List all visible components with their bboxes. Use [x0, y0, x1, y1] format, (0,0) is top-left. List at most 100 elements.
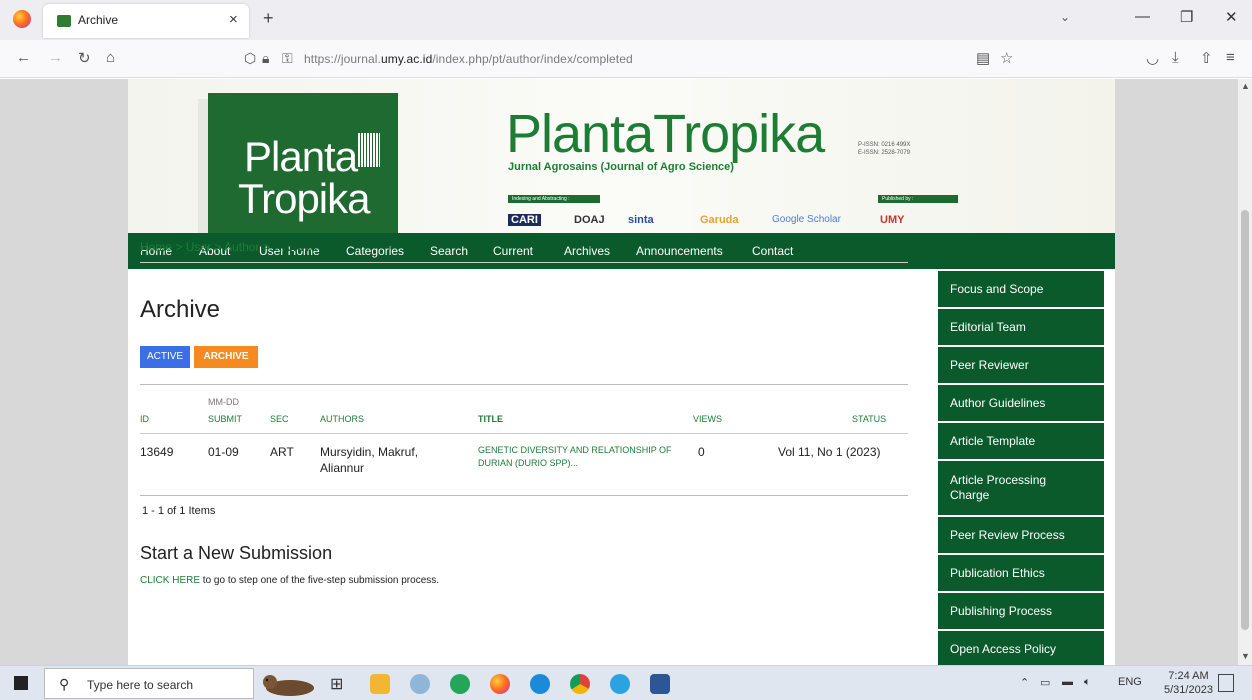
- header-views[interactable]: VIEWS: [693, 413, 722, 425]
- battery-icon[interactable]: ▬: [1062, 676, 1073, 688]
- url-text[interactable]: https://journal.umy.ac.id/index.php/pt/a…: [304, 52, 633, 66]
- menu-icon[interactable]: ≡: [1226, 49, 1235, 66]
- bookmark-star-icon[interactable]: ☆: [1000, 49, 1013, 67]
- divider: [140, 262, 908, 263]
- edge-icon[interactable]: [530, 674, 550, 694]
- sidebar-item-article-template[interactable]: Article Template: [938, 423, 1104, 459]
- forward-icon[interactable]: →: [48, 49, 63, 66]
- new-tab-button[interactable]: +: [263, 8, 274, 29]
- header-submit[interactable]: SUBMIT: [208, 413, 242, 425]
- show-hidden-icons-icon[interactable]: ⌃: [1020, 676, 1029, 689]
- row-authors: Mursyidin, Makruf, Aliannur: [320, 445, 419, 475]
- share-icon[interactable]: ⇧: [1200, 49, 1213, 67]
- sidebar-item-article-processing-charge[interactable]: Article Processing Charge: [938, 461, 1104, 515]
- doaj-logo: DOAJ: [574, 214, 605, 226]
- chrome-icon[interactable]: [570, 674, 590, 694]
- nav-archives[interactable]: Archives: [564, 244, 610, 258]
- firefox-taskbar-icon[interactable]: [490, 674, 510, 694]
- home-icon[interactable]: ⌂: [106, 49, 115, 66]
- header-authors[interactable]: AUTHORS: [320, 413, 364, 425]
- sinta-logo: sinta: [628, 214, 654, 226]
- header-title[interactable]: TITLE: [478, 413, 503, 425]
- indexing-label: Indexing and Abstracting :: [508, 195, 600, 203]
- header-sec[interactable]: SEC: [270, 413, 289, 425]
- sidebar-item-publication-ethics[interactable]: Publication Ethics: [938, 555, 1104, 591]
- close-window-icon[interactable]: ✕: [1225, 8, 1238, 26]
- umy-logo: UMY: [880, 214, 905, 226]
- sidebar-item-publishing-process[interactable]: Publishing Process: [938, 593, 1104, 629]
- grammarly-icon[interactable]: [450, 674, 470, 694]
- language-indicator[interactable]: ENG: [1118, 676, 1142, 688]
- scroll-thumb[interactable]: [1241, 210, 1249, 630]
- items-count: 1 - 1 of 1 Items: [142, 505, 216, 517]
- new-submission-title: Start a New Submission: [140, 543, 333, 563]
- breadcrumb: Home > User > Author > Archive: [140, 240, 318, 254]
- paint-icon[interactable]: [410, 674, 430, 694]
- breadcrumb-home[interactable]: Home: [140, 240, 172, 254]
- reload-icon[interactable]: ↻: [78, 49, 91, 67]
- permissions-icon[interactable]: ⚿: [282, 50, 293, 67]
- tab-close-icon[interactable]: ×: [229, 11, 238, 28]
- archive-tab-button[interactable]: ARCHIVE: [194, 346, 258, 368]
- notification-icon[interactable]: [1218, 674, 1234, 692]
- divider: [140, 433, 908, 434]
- lock-icon[interactable]: 🔒︎: [262, 50, 269, 67]
- cari-logo: CARI: [508, 214, 541, 226]
- taskbar-search-box[interactable]: ⚲ Type here to search: [44, 668, 254, 699]
- sidebar-item-author-guidelines[interactable]: Author Guidelines: [938, 385, 1104, 421]
- back-icon[interactable]: ←: [16, 49, 31, 66]
- nav-search[interactable]: Search: [430, 244, 468, 258]
- browser-tab-bar: Archive × + ⌄ — ❐ ✕: [0, 0, 1252, 40]
- sidebar-item-focus-scope[interactable]: Focus and Scope: [938, 271, 1104, 307]
- published-by-label: Published by :: [878, 195, 958, 203]
- sidebar-item-peer-review-process[interactable]: Peer Review Process: [938, 517, 1104, 553]
- breadcrumb-current[interactable]: Archive: [273, 240, 317, 254]
- browser-tab-archive[interactable]: Archive ×: [43, 4, 249, 38]
- sidebar-item-editorial-team[interactable]: Editorial Team: [938, 309, 1104, 345]
- windows-start-icon[interactable]: [14, 676, 28, 690]
- umy-favicon-icon: [57, 15, 71, 27]
- file-explorer-icon[interactable]: [370, 674, 390, 694]
- pocket-icon[interactable]: ◡: [1146, 49, 1159, 67]
- sidebar-item-peer-reviewer[interactable]: Peer Reviewer: [938, 347, 1104, 383]
- row-views: 0: [698, 445, 705, 459]
- shield-icon[interactable]: ⬡: [244, 50, 256, 67]
- search-placeholder: Type here to search: [87, 678, 194, 692]
- journal-title: PlantaTropika: [506, 104, 825, 164]
- downloads-icon[interactable]: ⤓: [1172, 49, 1179, 66]
- scroll-down-icon[interactable]: ▼: [1241, 651, 1250, 661]
- breadcrumb-author[interactable]: Author: [224, 240, 259, 254]
- nav-announcements[interactable]: Announcements: [636, 244, 723, 258]
- click-here-link[interactable]: CLICK HERE: [140, 575, 200, 586]
- tab-title: Archive: [78, 13, 119, 27]
- divider: [140, 495, 908, 496]
- row-title-link[interactable]: GENETIC DIVERSITY AND RELATIONSHIP OF DU…: [478, 444, 678, 470]
- minimize-icon[interactable]: —: [1135, 8, 1150, 25]
- reader-view-icon[interactable]: ▤: [976, 49, 990, 67]
- telegram-icon[interactable]: [610, 674, 630, 694]
- issn-info: P-ISSN: 0216 499X E-ISSN: 2528-7079: [858, 142, 911, 156]
- header-status[interactable]: STATUS: [852, 413, 886, 425]
- browser-nav-bar: ← → ↻ ⌂ ⬡ 🔒︎ ⚿ https://journal.umy.ac.id…: [0, 40, 1252, 78]
- task-view-icon[interactable]: ⊞: [330, 674, 350, 694]
- nav-current[interactable]: Current: [493, 244, 533, 258]
- list-all-tabs-icon[interactable]: ⌄: [1060, 10, 1070, 24]
- active-tab-button[interactable]: ACTIVE: [140, 346, 190, 368]
- nav-contact[interactable]: Contact: [752, 244, 793, 258]
- breadcrumb-user[interactable]: User: [186, 240, 211, 254]
- restore-icon[interactable]: ❐: [1180, 8, 1193, 26]
- volume-icon[interactable]: 🔈︎: [1084, 676, 1091, 689]
- taskbar-clock[interactable]: 7:24 AM 5/31/2023: [1164, 669, 1213, 697]
- sidebar-item-open-access-policy[interactable]: Open Access Policy: [938, 631, 1104, 665]
- network-icon[interactable]: ▭: [1040, 676, 1050, 689]
- row-status: Vol 11, No 1 (2023): [778, 445, 881, 459]
- google-scholar-logo: Google Scholar: [772, 214, 841, 225]
- nav-categories[interactable]: Categories: [346, 244, 404, 258]
- scroll-up-icon[interactable]: ▲: [1241, 81, 1250, 91]
- url-bar[interactable]: ⬡ 🔒︎ ⚿ https://journal.umy.ac.id/index.p…: [236, 45, 1036, 73]
- word-icon[interactable]: [650, 674, 670, 694]
- firefox-icon[interactable]: [13, 10, 31, 28]
- row-sec: ART: [270, 445, 294, 459]
- header-id[interactable]: ID: [140, 413, 149, 425]
- clock-date: 5/31/2023: [1164, 684, 1213, 696]
